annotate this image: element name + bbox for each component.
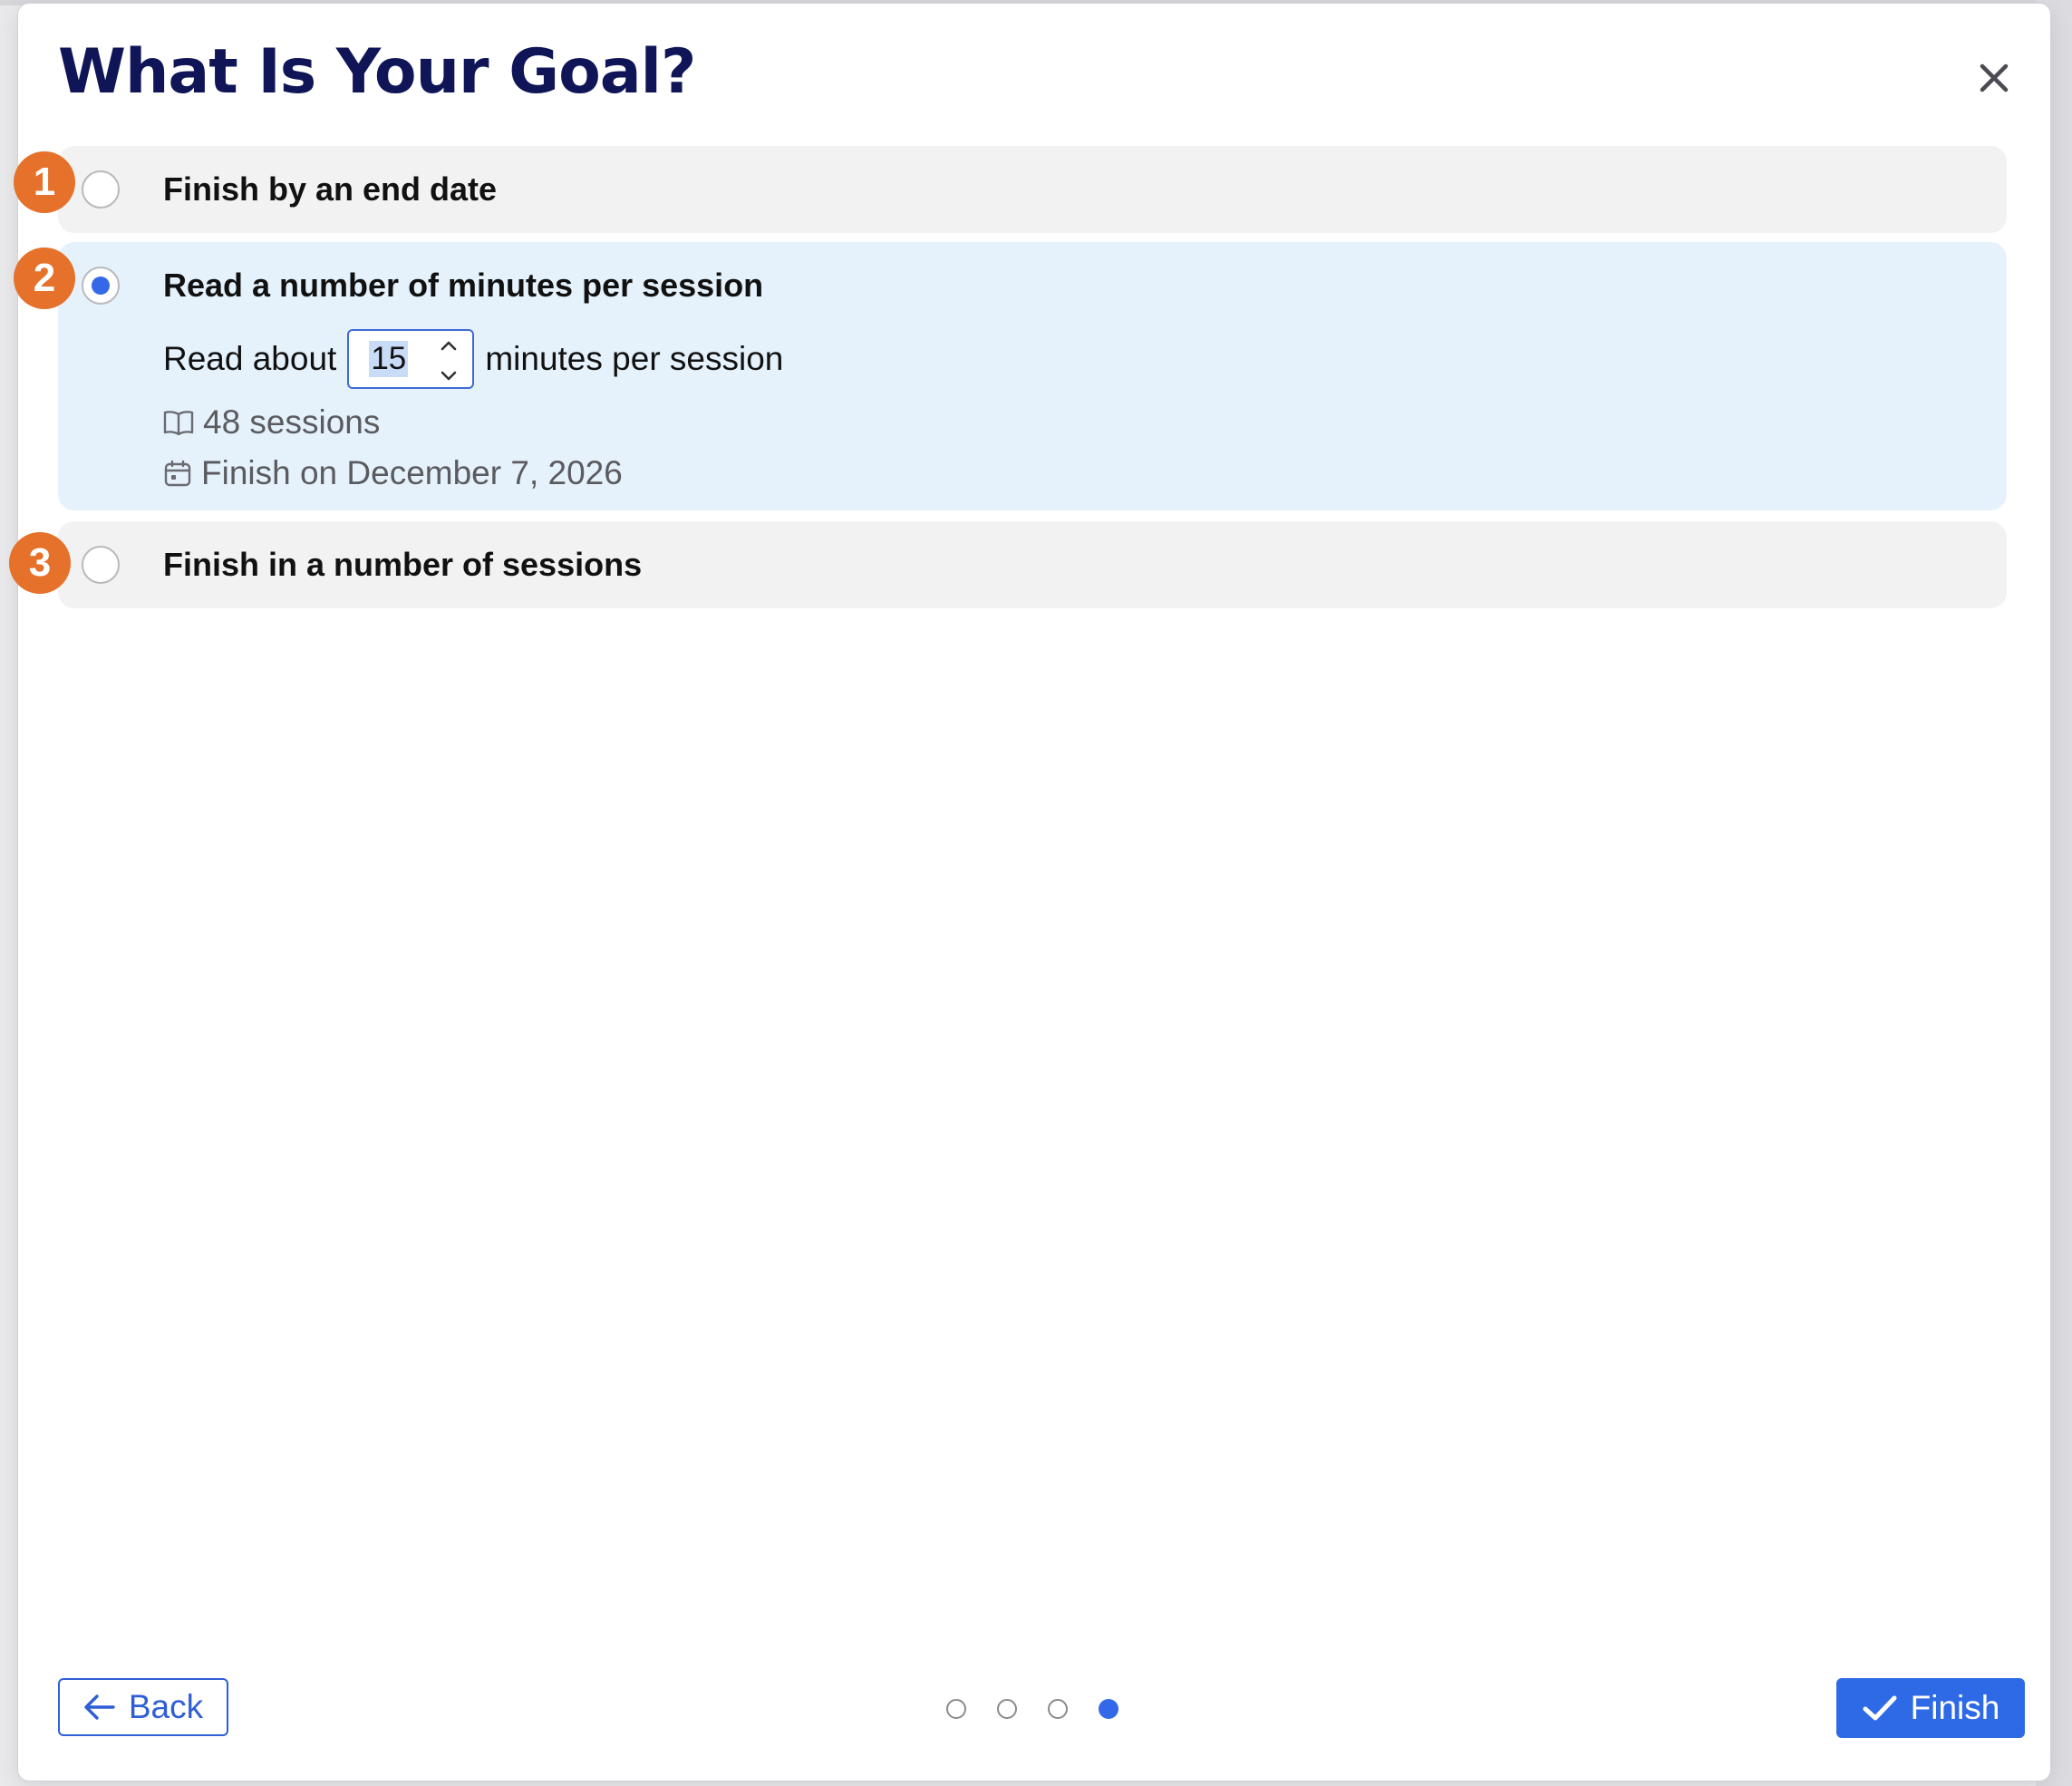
minutes-input-row: Read about 15 minutes per session: [163, 327, 783, 391]
radio-number-of-sessions[interactable]: [82, 546, 120, 584]
finish-date-summary: Finish on December 7, 2026: [163, 454, 623, 492]
callout-badge-3: 3: [9, 532, 71, 594]
option-label-end-date: Finish by an end date: [163, 170, 498, 208]
option-label-minutes-per-session: Read a number of minutes per session: [163, 267, 764, 304]
goal-option-number-of-sessions[interactable]: Finish in a number of sessions: [58, 521, 2007, 608]
calendar-icon: [164, 460, 191, 487]
back-button-label: Back: [128, 1688, 204, 1725]
minutes-stepper-input[interactable]: 15: [347, 329, 475, 389]
dialog-title: What Is Your Goal?: [58, 36, 696, 108]
read-about-label: Read about: [163, 340, 337, 377]
step-pagination: [946, 1699, 1146, 1721]
step-dot-2[interactable]: [997, 1699, 1017, 1719]
minutes-per-session-label: minutes per session: [485, 340, 784, 377]
goal-dialog: What Is Your Goal? Finish by an end date…: [18, 4, 2050, 1781]
finish-button-label: Finish: [1910, 1689, 2000, 1726]
step-dot-4-current[interactable]: [1099, 1699, 1118, 1719]
sessions-count: 48 sessions: [203, 403, 381, 441]
sessions-summary: 48 sessions: [163, 403, 380, 442]
back-button[interactable]: Back: [58, 1678, 228, 1736]
close-button[interactable]: [1967, 51, 2021, 105]
finish-button[interactable]: Finish: [1836, 1678, 2025, 1738]
check-icon: [1863, 1695, 1897, 1721]
goal-option-end-date[interactable]: Finish by an end date: [58, 146, 2007, 233]
minutes-value: 15: [369, 341, 409, 377]
step-dot-3[interactable]: [1048, 1699, 1068, 1719]
book-icon: [163, 411, 194, 436]
stepper-arrows-icon[interactable]: [438, 336, 460, 385]
callout-badge-1: 1: [14, 151, 75, 213]
goal-option-minutes-per-session[interactable]: Read a number of minutes per session Rea…: [58, 242, 2007, 510]
finish-date: Finish on December 7, 2026: [201, 454, 623, 491]
callout-badge-2: 2: [14, 248, 75, 309]
option-label-number-of-sessions: Finish in a number of sessions: [163, 546, 643, 583]
radio-end-date[interactable]: [82, 170, 120, 209]
radio-minutes-per-session[interactable]: [82, 267, 120, 305]
step-dot-1[interactable]: [946, 1699, 966, 1719]
close-icon: [1980, 63, 2009, 92]
arrow-left-icon: [84, 1694, 115, 1720]
